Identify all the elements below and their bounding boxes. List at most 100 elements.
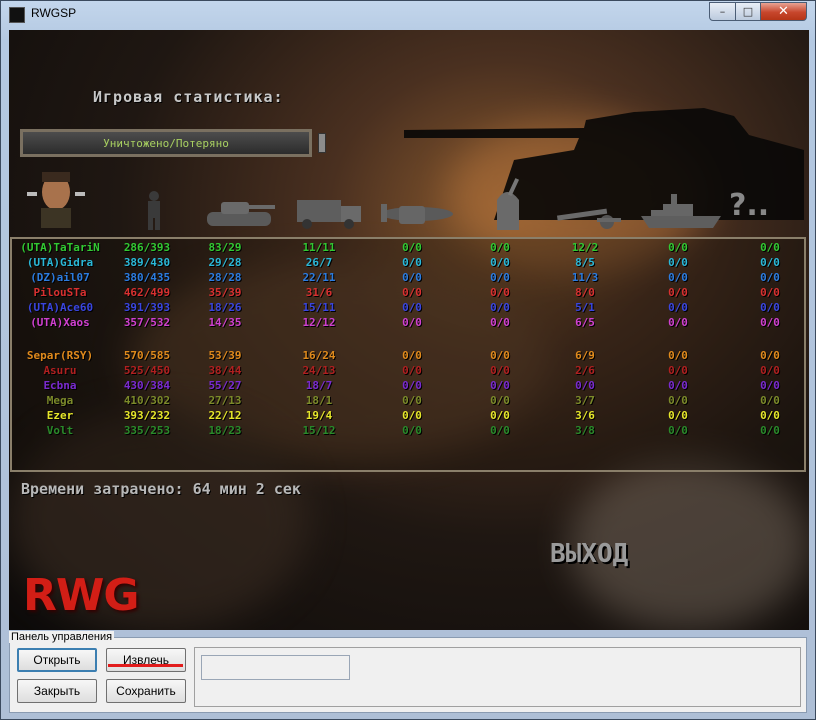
maximize-icon: □ [742,5,754,18]
stat-cell: 0/0 [402,316,422,329]
stat-cell: 393/232 [123,409,171,422]
stats-row: (UTA)TaTariN 286/393 83/29 11/11 0/0 0/0 12/2 0… [12,241,804,256]
player-name: Asuru [43,364,77,377]
player-name: Volt [46,424,74,437]
category-scroll-handle[interactable] [318,133,326,153]
stats-row: (UTA)Xaos 357/532 14/35 12/12 0/0 0/0 6/5 0/0 0/… [12,316,804,331]
app-icon [9,7,25,23]
stat-cell: 286/393 [123,241,171,254]
stat-cell: 0/0 [760,271,780,284]
stat-cell: 6/5 [575,316,595,329]
time-spent-label: Времени затрачено: 64 мин 2 сек [21,480,301,498]
stat-cell: 462/499 [123,286,171,299]
extract-button[interactable]: Извлечь [106,648,186,672]
extract-progress-bar [108,664,183,667]
infantry-icon [148,191,160,230]
stats-row: Ezer 393/232 22/12 19/4 0/0 0/0 3/6 0/0 0/0 [12,409,804,424]
stat-category-select[interactable]: Уничтожено/Потеряно [20,129,312,157]
stats-row: Volt 335/253 18/23 15/12 0/0 0/0 3/8 0/0 0/0 [12,424,804,439]
stat-cell: 18/26 [208,301,242,314]
stats-row: PilouSTa 462/499 35/39 31/6 0/0 0/0 8/0 0/0 0/0 [12,286,804,301]
close-window-button[interactable]: ✕ [760,2,807,21]
stat-cell: 0/0 [668,349,688,362]
stat-cell: 16/24 [302,349,336,362]
stat-cell: 0/0 [490,424,510,437]
stat-cell: 6/9 [575,349,595,362]
stat-cell: 0/0 [402,271,422,284]
stat-cell: 0/0 [668,424,688,437]
stat-cell: 0/0 [668,301,688,314]
stat-cell: 19/4 [305,409,333,422]
stat-cell: 0/0 [490,409,510,422]
stat-cell: 18/23 [208,424,242,437]
stat-cell: 525/450 [123,364,171,377]
stat-cell: 0/0 [668,286,688,299]
save-button[interactable]: Сохранить [106,679,186,703]
stat-cell: 38/44 [208,364,242,377]
stats-row: (DZ)ail07 380/435 28/28 22/11 0/0 0/0 11/3 0/0 0… [12,271,804,286]
stat-cell: 3/7 [575,394,595,407]
minimize-button[interactable]: – [709,2,736,21]
stat-cell: 12/2 [571,241,599,254]
stat-cell: 0/0 [760,409,780,422]
control-panel-legend: Панель управления [9,631,115,643]
stat-cell: 0/0 [402,424,422,437]
artillery-icon [556,208,621,229]
stat-cell: 5/1 [575,301,595,314]
stat-cell: 0/0 [490,271,510,284]
stat-cell: 0/0 [490,316,510,329]
stat-cell: 27/13 [208,394,242,407]
player-name: (UTA)Ace60 [26,301,94,314]
player-name: PilouSTa [33,286,87,299]
soldier-portrait-icon [27,172,85,228]
stat-cell: 0/0 [402,241,422,254]
stat-cell: 0/0 [760,301,780,314]
close-button[interactable]: Закрыть [17,679,97,703]
stat-cell: 24/13 [302,364,336,377]
stat-cell: 0/0 [760,349,780,362]
unit-icons-row [19,160,799,230]
stat-cell: 12/12 [302,316,336,329]
stat-cell: 3/6 [575,409,595,422]
player-name: Mega [46,394,74,407]
stat-cell: 0/0 [760,424,780,437]
title-bar[interactable]: RWGSP – □ ✕ [1,1,815,29]
stat-cell: 0/0 [668,241,688,254]
stat-cell: 0/0 [668,256,688,269]
plane-icon [381,204,453,224]
stat-cell: 8/0 [575,286,595,299]
stat-cell: 11/11 [302,241,336,254]
stat-cell: 335/253 [123,424,171,437]
stat-cell: 0/0 [760,364,780,377]
stat-cell: 570/585 [123,349,171,362]
stat-cell: 0/0 [490,349,510,362]
stat-cell: 0/0 [490,286,510,299]
stat-cell: 0/0 [490,394,510,407]
player-name: Ecbna [43,379,77,392]
exit-button[interactable]: ВЫХОД [550,539,628,569]
stat-cell: 0/0 [668,379,688,392]
stat-cell: 0/0 [490,241,510,254]
stat-cell: 0/0 [402,349,422,362]
stat-cell: 8/5 [575,256,595,269]
stat-cell: 0/0 [402,286,422,299]
player-name: Separ(RSY) [26,349,94,362]
open-button[interactable]: Открыть [17,648,97,672]
stat-cell: 389/430 [123,256,171,269]
player-name: Ezer [46,409,74,422]
stat-cell: 18/1 [305,394,333,407]
stat-cell: 430/384 [123,379,171,392]
maximize-button[interactable]: □ [735,2,761,21]
stat-cell: 410/302 [123,394,171,407]
stat-cell: 0/0 [402,301,422,314]
stat-cell: 83/29 [208,241,242,254]
stats-row: (UTA)Ace60 391/393 18/26 15/11 0/0 0/0 5/1 0/0 0… [12,301,804,316]
stat-cell: 0/0 [402,409,422,422]
stat-cell: 55/27 [208,379,242,392]
ship-icon [641,194,721,228]
stat-cell: 22/11 [302,271,336,284]
stat-cell: 357/532 [123,316,171,329]
stat-cell: 15/12 [302,424,336,437]
stat-cell: 0/0 [402,394,422,407]
stats-row: (UTA)Gidra 389/430 29/28 26/7 0/0 0/0 8/5 0/0 0/… [12,256,804,271]
